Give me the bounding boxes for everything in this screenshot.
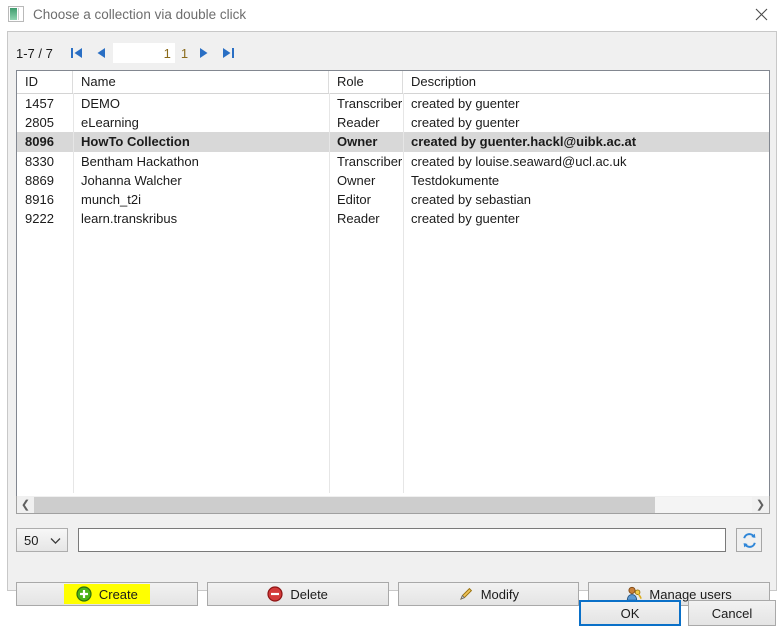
table-header-row: ID Name Role Description bbox=[17, 71, 769, 94]
ok-button[interactable]: OK bbox=[579, 600, 681, 626]
cell-role: Transcriber bbox=[337, 96, 403, 112]
cell-description: created by louise.seaward@ucl.ac.uk bbox=[411, 153, 627, 169]
cell-role: Transcriber bbox=[337, 153, 403, 169]
cell-name: Johanna Walcher bbox=[81, 172, 182, 188]
cell-role: Editor bbox=[337, 192, 371, 208]
last-page-icon[interactable] bbox=[216, 42, 240, 64]
cell-id: 1457 bbox=[25, 96, 54, 112]
close-icon[interactable] bbox=[738, 0, 784, 28]
cell-name: Bentham Hackathon bbox=[81, 153, 199, 169]
table-row[interactable]: 8330 Bentham Hackathon Transcriber created … bbox=[17, 152, 769, 171]
table-row[interactable]: 9222 learn.transkribus Reader created by gu… bbox=[17, 209, 769, 228]
cell-role: Owner bbox=[337, 172, 376, 188]
table-row[interactable]: 8869 Johanna Walcher Owner Testdokumente bbox=[17, 171, 769, 190]
window-titlebar: Choose a collection via double click bbox=[0, 0, 784, 28]
window-title: Choose a collection via double click bbox=[33, 6, 247, 22]
pagination-range-label: 1-7 / 7 bbox=[16, 45, 53, 61]
next-page-icon[interactable] bbox=[192, 42, 216, 64]
horizontal-scrollbar[interactable]: ❮ ❯ bbox=[16, 496, 770, 514]
collections-table[interactable]: ID Name Role Description 1457 DEMO Transcr… bbox=[16, 70, 770, 514]
collection-window-icon bbox=[8, 6, 24, 22]
column-header-name[interactable]: Name bbox=[73, 71, 329, 93]
cancel-button[interactable]: Cancel bbox=[688, 600, 776, 626]
table-body: 1457 DEMO Transcriber created by guenter 280… bbox=[17, 94, 769, 229]
table-row[interactable]: 2805 eLearning Reader created by guenter bbox=[17, 113, 769, 132]
dialog-panel: 1-7 / 7 1 ID bbox=[7, 31, 777, 606]
cell-id: 8330 bbox=[25, 153, 54, 169]
cell-description: created by guenter bbox=[411, 96, 520, 112]
cell-id: 8916 bbox=[25, 192, 54, 208]
scroll-right-icon[interactable]: ❯ bbox=[752, 497, 769, 513]
cell-id: 8869 bbox=[25, 172, 54, 188]
cell-name: eLearning bbox=[81, 115, 139, 131]
action-button-label: Create bbox=[98, 586, 138, 602]
cell-description: created by sebastian bbox=[411, 192, 531, 208]
table-row[interactable]: 1457 DEMO Transcriber created by guenter bbox=[17, 94, 769, 113]
cell-role: Reader bbox=[337, 115, 380, 131]
cell-id: 2805 bbox=[25, 115, 54, 131]
pagination-toolbar: 1-7 / 7 1 bbox=[16, 40, 240, 66]
first-page-icon[interactable] bbox=[65, 42, 89, 64]
table-row[interactable]: 8096 HowTo Collection Owner created by guen… bbox=[17, 132, 769, 152]
cell-name: DEMO bbox=[81, 96, 120, 112]
column-header-role[interactable]: Role bbox=[329, 71, 403, 93]
page-size-value: 50 bbox=[24, 532, 39, 548]
cell-description: created by guenter bbox=[411, 115, 520, 131]
cell-name: HowTo Collection bbox=[81, 134, 190, 150]
page-number-input[interactable] bbox=[112, 43, 175, 63]
filter-toolbar: 50 bbox=[16, 526, 770, 554]
column-header-description[interactable]: Description bbox=[403, 71, 769, 93]
cell-role: Reader bbox=[337, 211, 380, 227]
cell-id: 9222 bbox=[25, 211, 54, 227]
plus-circle-icon bbox=[76, 586, 92, 602]
scroll-left-icon[interactable]: ❮ bbox=[17, 497, 34, 513]
scrollbar-thumb[interactable] bbox=[34, 496, 656, 513]
cell-name: munch_t2i bbox=[81, 192, 141, 208]
cell-description: created by guenter.hackl@uibk.ac.at bbox=[411, 134, 637, 150]
chevron-down-icon bbox=[50, 533, 61, 548]
cell-description: created by guenter bbox=[411, 211, 520, 227]
cell-id: 8096 bbox=[25, 134, 54, 150]
scrollbar-track[interactable] bbox=[34, 496, 752, 513]
cell-description: Testdokumente bbox=[411, 172, 500, 188]
table-row[interactable]: 8916 munch_t2i Editor created by sebastian bbox=[17, 190, 769, 209]
page-total-label: 1 bbox=[180, 45, 189, 61]
column-header-id[interactable]: ID bbox=[17, 71, 73, 93]
cell-role: Owner bbox=[337, 134, 378, 150]
search-input[interactable] bbox=[78, 528, 726, 552]
dialog-footer: OK Cancel bbox=[0, 598, 784, 630]
refresh-icon[interactable] bbox=[736, 528, 762, 552]
cell-name: learn.transkribus bbox=[81, 211, 178, 227]
page-size-select[interactable]: 50 bbox=[16, 528, 68, 552]
previous-page-icon[interactable] bbox=[89, 42, 113, 64]
